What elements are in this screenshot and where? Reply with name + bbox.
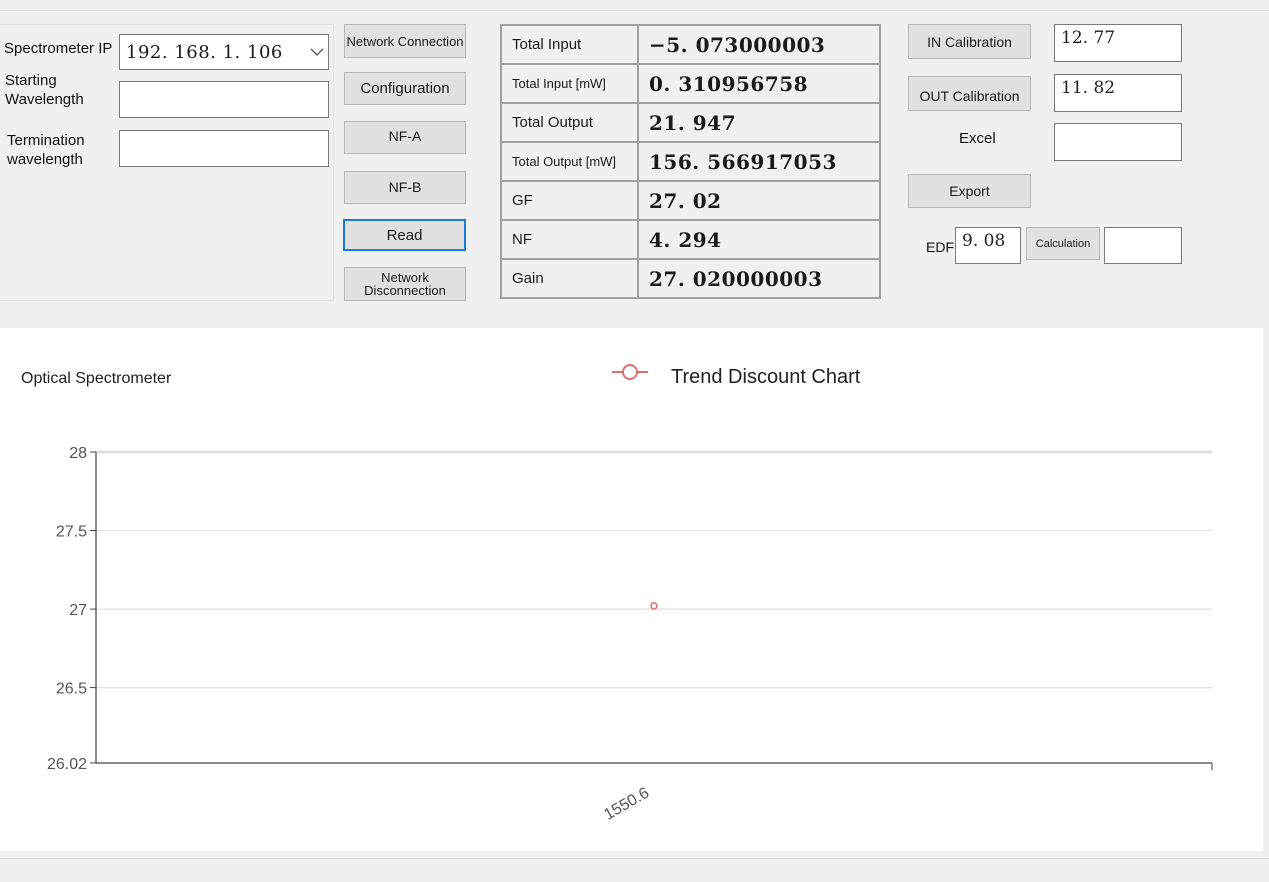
configuration-button[interactable]: Configuration — [344, 72, 466, 105]
measurement-label: Total Input [mW] — [500, 63, 639, 104]
measurement-label: GF — [500, 180, 639, 221]
calculation-result-field[interactable] — [1104, 227, 1182, 264]
in-calibration-button[interactable]: IN Calibration — [908, 24, 1031, 59]
excel-label: Excel — [959, 130, 996, 147]
x-tick-label: 1550.6 — [601, 784, 652, 823]
termination-wavelength-input[interactable] — [119, 130, 329, 167]
y-tick-label: 26.5 — [56, 681, 87, 698]
measurement-value: −5. 073000003 — [637, 24, 881, 65]
nf-a-button[interactable]: NF-A — [344, 121, 466, 154]
measurement-label: Total Output [mW] — [500, 141, 639, 182]
measurement-value: 4. 294 — [637, 219, 881, 260]
nf-b-button[interactable]: NF-B — [344, 171, 466, 204]
chart-title: Optical Spectrometer — [21, 370, 172, 387]
measurement-label: Total Output — [500, 102, 639, 143]
chart-grid — [96, 450, 1212, 689]
measurement-value: 0. 310956758 — [637, 63, 881, 104]
out-calibration-value[interactable]: 11. 82 — [1054, 74, 1182, 112]
network-connection-button[interactable]: Network Connection — [344, 24, 466, 58]
spectrometer-ip-combobox[interactable]: 192. 168. 1. 106 — [119, 34, 329, 70]
table-row: Total Input [mW] 0. 310956758 — [500, 63, 881, 104]
y-tick-label: 28 — [69, 445, 87, 462]
y-axis: 28 27.5 27 26.5 26.02 — [47, 445, 97, 773]
table-row: Total Output 21. 947 — [500, 102, 881, 143]
chart-area: Optical Spectrometer Trend Discount Char… — [0, 328, 1263, 851]
table-row: Total Output [mW] 156. 566917053 — [500, 141, 881, 182]
in-calibration-value[interactable]: 12. 77 — [1054, 24, 1182, 62]
y-tick-label: 26.02 — [47, 756, 87, 773]
series-points — [650, 602, 658, 610]
table-row: GF 27. 02 — [500, 180, 881, 221]
chevron-down-icon[interactable] — [306, 35, 328, 69]
measurement-value: 27. 02 — [637, 180, 881, 221]
trend-chart: Optical Spectrometer Trend Discount Char… — [21, 364, 1213, 824]
table-row: Gain 27. 020000003 — [500, 258, 881, 299]
measurement-label: NF — [500, 219, 639, 260]
calculation-button[interactable]: Calculation — [1026, 227, 1100, 260]
edf-label: EDF — [926, 239, 954, 255]
y-tick-label: 27 — [69, 602, 87, 619]
measurement-value: 156. 566917053 — [637, 141, 881, 182]
table-row: NF 4. 294 — [500, 219, 881, 260]
measurement-value: 27. 020000003 — [637, 258, 881, 299]
legend-circle-marker — [622, 364, 638, 380]
edf-input[interactable]: 9. 08 — [955, 227, 1021, 264]
measurement-label: Gain — [500, 258, 639, 299]
table-row: Total Input −5. 073000003 — [500, 24, 881, 65]
legend-label: Trend Discount Chart — [671, 366, 861, 388]
measurement-table: Total Input −5. 073000003 Total Input [m… — [500, 24, 881, 299]
spectrometer-ip-label: Spectrometer IP — [4, 40, 113, 57]
network-disconnection-button[interactable]: Network Disconnection — [344, 267, 466, 301]
x-axis: 1550.6 — [96, 762, 1213, 824]
starting-wavelength-label: Starting Wavelength — [5, 72, 84, 108]
read-button[interactable]: Read — [343, 219, 466, 251]
starting-wavelength-input[interactable] — [119, 81, 329, 118]
top-divider — [0, 10, 1269, 11]
spectrometer-ip-value: 192. 168. 1. 106 — [126, 41, 283, 63]
chart-legend: Trend Discount Chart — [612, 364, 861, 388]
excel-input[interactable] — [1054, 123, 1182, 161]
export-button[interactable]: Export — [908, 174, 1031, 208]
data-point[interactable] — [650, 602, 658, 610]
termination-wavelength-label: Termination wavelength — [7, 132, 85, 168]
measurement-value: 21. 947 — [637, 102, 881, 143]
y-tick-label: 27.5 — [56, 524, 87, 541]
measurement-label: Total Input — [500, 24, 639, 65]
status-strip — [0, 858, 1269, 882]
out-calibration-button[interactable]: OUT Calibration — [908, 76, 1031, 111]
